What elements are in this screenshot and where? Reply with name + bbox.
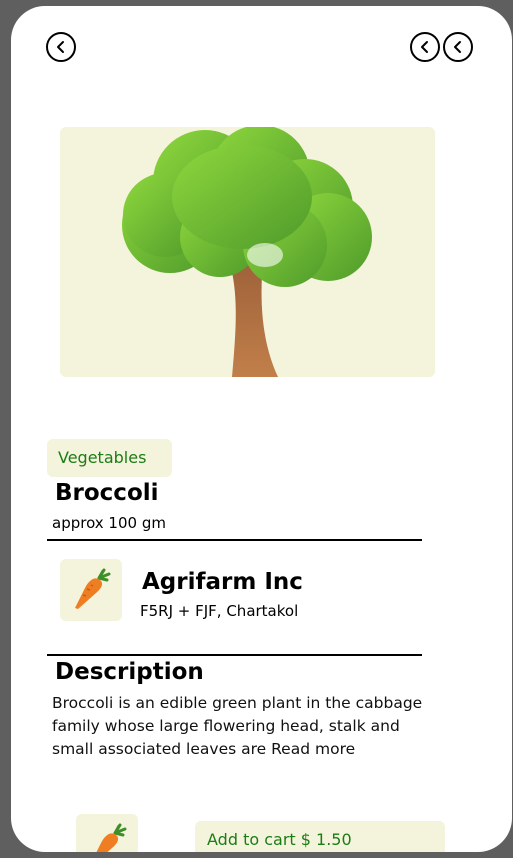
seller-logo[interactable] (60, 559, 122, 621)
description-title: Description (55, 659, 204, 685)
description-text: Broccoli is an edible green plant in the… (52, 692, 432, 761)
category-badge[interactable]: Vegetables (47, 439, 172, 477)
product-quantity: approx 100 gm (52, 514, 166, 532)
read-more-link[interactable]: Read more (271, 740, 355, 758)
seller-name[interactable]: Agrifarm Inc (142, 569, 303, 595)
phone-screen: Vegetables Broccoli approx 100 gm Agrifa… (11, 6, 512, 852)
divider (47, 539, 422, 541)
carrot-icon (96, 823, 127, 852)
header-action-button-1[interactable] (410, 32, 440, 62)
divider (47, 654, 422, 656)
description-body: Broccoli is an edible green plant in the… (52, 694, 423, 758)
back-button[interactable] (46, 32, 76, 62)
chevron-left-icon (57, 41, 64, 53)
product-image (60, 127, 435, 377)
tree-icon (122, 127, 372, 377)
header-action-button-2[interactable] (443, 32, 473, 62)
seller-address: F5RJ + FJF, Chartakol (140, 602, 299, 620)
carrot-icon (75, 568, 111, 609)
chevron-left-icon (421, 41, 428, 53)
chevron-left-icon (454, 41, 461, 53)
add-to-cart-button[interactable]: Add to cart $ 1.50 (195, 821, 445, 852)
product-title: Broccoli (55, 480, 159, 506)
cart-thumbnail (76, 814, 138, 852)
